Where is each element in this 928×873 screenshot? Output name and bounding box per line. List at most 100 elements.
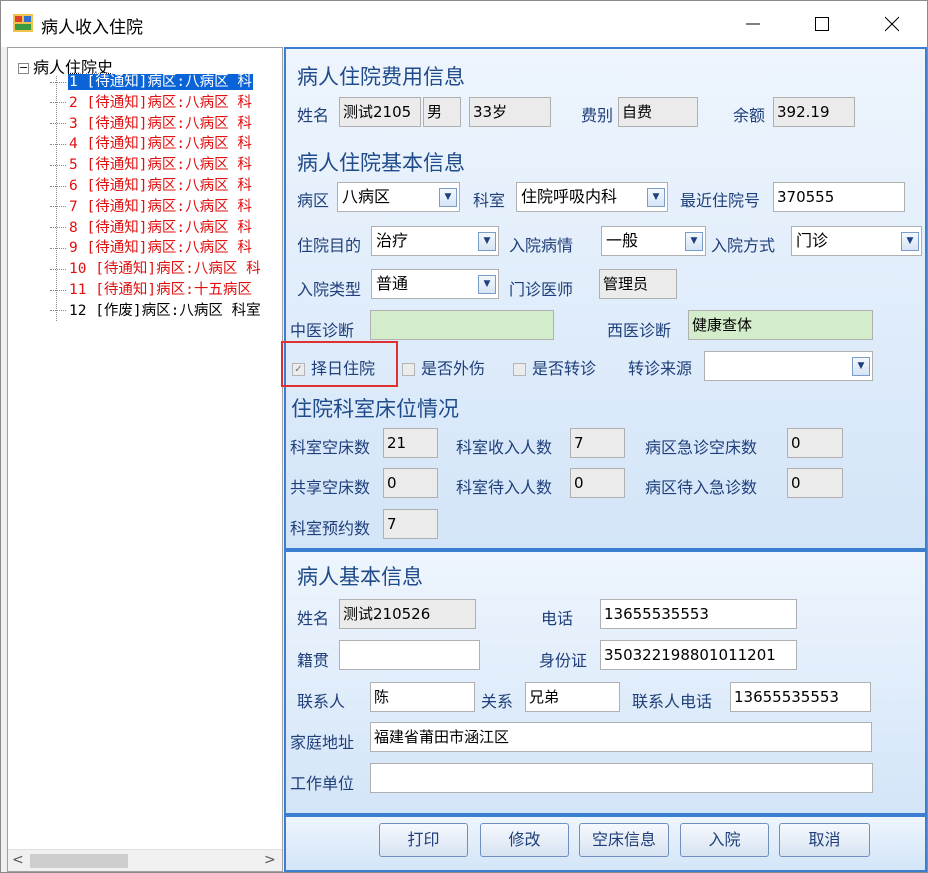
contact-field[interactable]: 陈 [370, 682, 475, 712]
tree-connector [50, 247, 66, 249]
checkbox-icon [513, 363, 526, 376]
condition-select[interactable]: 一般 ▼ [601, 226, 706, 256]
tcm-field[interactable] [370, 310, 554, 340]
tree-item[interactable]: 1 [待通知]病区:八病区 科 [50, 72, 254, 92]
transfer-label: 是否转诊 [532, 359, 597, 378]
print-button[interactable]: 打印 [379, 823, 468, 857]
external-label: 是否外伤 [421, 359, 486, 378]
tree-item-label: 8 [待通知]病区:八病区 科 [69, 219, 252, 236]
tree-item[interactable]: 7 [待通知]病区:八病区 科 [50, 197, 253, 217]
tree-item-label: 3 [待通知]病区:八病区 科 [69, 115, 252, 132]
address-field[interactable]: 福建省莆田市涵江区 [370, 722, 872, 752]
scroll-thumb[interactable] [30, 854, 128, 868]
dropdown-arrow-icon[interactable]: ▼ [478, 275, 496, 294]
dept-value: 住院呼吸内科 [521, 187, 618, 206]
tree-item-label: 6 [待通知]病区:八病区 科 [69, 178, 252, 194]
beds-section-title: 住院科室床位情况 [291, 397, 459, 421]
address-label: 家庭地址 [290, 733, 355, 752]
external-checkbox[interactable]: 是否外伤 [402, 355, 485, 379]
dropdown-arrow-icon[interactable]: ▼ [439, 188, 457, 207]
mode-label: 入院方式 [711, 236, 776, 255]
admitted-field: 7 [570, 428, 625, 458]
waiting-field: 0 [570, 468, 625, 498]
work-field[interactable] [370, 763, 873, 793]
dropdown-arrow-icon[interactable]: ▼ [647, 188, 665, 207]
tree-item[interactable]: 4 [待通知]病区:八病区 科 [50, 134, 253, 154]
scroll-left-icon[interactable]: < [12, 852, 24, 868]
ward-select[interactable]: 八病区 ▼ [337, 182, 460, 212]
tree-item-label: 9 [待通知]病区:八病区 科 [69, 240, 252, 257]
ward-value: 八病区 [342, 187, 391, 206]
tree-item[interactable]: 11 [待通知]病区:十五病区 [50, 280, 253, 300]
tree-item-label: 4 [待通知]病区:八病区 科 [69, 136, 252, 153]
adm-type-label: 入院类型 [297, 280, 362, 299]
history-tree[interactable]: − 病人住院史 1 [待通知]病区:八病区 科2 [待通知]病区:八病区 科3 [… [7, 47, 283, 872]
tree-item[interactable]: 9 [待通知]病区:八病区 科 [50, 238, 253, 258]
maximize-button[interactable] [799, 1, 845, 47]
checkbox-icon [402, 363, 415, 376]
empty-bed-button[interactable]: 空床信息 [579, 823, 669, 857]
tcm-label: 中医诊断 [290, 321, 355, 340]
wm-field[interactable]: 健康查体 [688, 310, 873, 340]
phone-field[interactable]: 13655535553 [600, 599, 797, 629]
patient-name-field: 测试210526 [339, 599, 476, 629]
close-button[interactable] [869, 1, 915, 47]
transfer-checkbox[interactable]: 是否转诊 [513, 355, 596, 379]
tree-item[interactable]: 2 [待通知]病区:八病区 科 [50, 93, 253, 113]
cancel-button[interactable]: 取消 [779, 823, 870, 857]
dropdown-arrow-icon[interactable]: ▼ [685, 232, 703, 251]
tree-item-label: 12 [作废]病区:八病区 科室 [69, 302, 261, 319]
native-field[interactable] [339, 640, 480, 670]
tree-item-label: 2 [待通知]病区:八病区 科 [69, 94, 252, 111]
admit-button[interactable]: 入院 [680, 823, 769, 857]
relation-field[interactable]: 兄弟 [525, 682, 620, 712]
contact-phone-label: 联系人电话 [632, 692, 713, 711]
tree-connector [50, 289, 66, 291]
scroll-right-icon[interactable]: > [264, 852, 276, 868]
er-wait-field: 0 [787, 468, 843, 498]
dropdown-arrow-icon[interactable]: ▼ [852, 357, 870, 376]
id-field[interactable]: 350322198801011201 [600, 640, 797, 670]
basic-section-title: 病人住院基本信息 [297, 151, 465, 175]
fee-type-field: 自费 [618, 97, 698, 127]
edit-button[interactable]: 修改 [480, 823, 569, 857]
fee-type-label: 费别 [581, 106, 614, 125]
shared-field: 0 [383, 468, 438, 498]
app-icon [13, 14, 33, 32]
tree-item[interactable]: 6 [待通知]病区:八病区 科 [50, 176, 253, 196]
contact-phone-field[interactable]: 13655535553 [730, 682, 871, 712]
phone-label: 电话 [541, 609, 574, 628]
tree-connector [50, 310, 66, 312]
tree-item[interactable]: 12 [作废]病区:八病区 科室 [50, 301, 262, 321]
recent-field[interactable]: 370555 [773, 182, 905, 212]
mode-select[interactable]: 门诊 ▼ [791, 226, 922, 256]
er-empty-field: 0 [787, 428, 843, 458]
adm-type-value: 普通 [376, 274, 409, 293]
fee-name-field: 测试2105 [339, 97, 421, 127]
collapse-icon[interactable]: − [18, 62, 29, 74]
highlight-box [281, 341, 398, 387]
minimize-button[interactable] [730, 1, 776, 47]
tree-connector [50, 268, 66, 270]
doctor-field: 管理员 [599, 269, 677, 299]
purpose-label: 住院目的 [297, 236, 362, 255]
tree-item[interactable]: 10 [待通知]病区:八病区 科 [50, 259, 262, 279]
adm-type-select[interactable]: 普通 ▼ [371, 269, 499, 299]
transfer-src-label: 转诊来源 [628, 359, 693, 378]
reserve-field: 7 [383, 509, 438, 539]
dept-select[interactable]: 住院呼吸内科 ▼ [516, 182, 668, 212]
transfer-src-select[interactable]: ▼ [704, 351, 873, 381]
horizontal-scrollbar[interactable]: < > [8, 849, 282, 871]
relation-label: 关系 [481, 692, 514, 711]
tree-item[interactable]: 8 [待通知]病区:八病区 科 [50, 218, 253, 238]
dropdown-arrow-icon[interactable]: ▼ [901, 232, 919, 251]
dropdown-arrow-icon[interactable]: ▼ [478, 232, 496, 251]
tree-connector [50, 227, 66, 229]
fee-section-title: 病人住院费用信息 [297, 65, 465, 89]
tree-item[interactable]: 3 [待通知]病区:八病区 科 [50, 114, 253, 134]
tree-item[interactable]: 5 [待通知]病区:八病区 科 [50, 155, 253, 175]
purpose-select[interactable]: 治疗 ▼ [371, 226, 499, 256]
fee-sex-field: 男 [423, 97, 461, 127]
balance-label: 余额 [733, 106, 766, 125]
tree-connector [50, 206, 66, 208]
